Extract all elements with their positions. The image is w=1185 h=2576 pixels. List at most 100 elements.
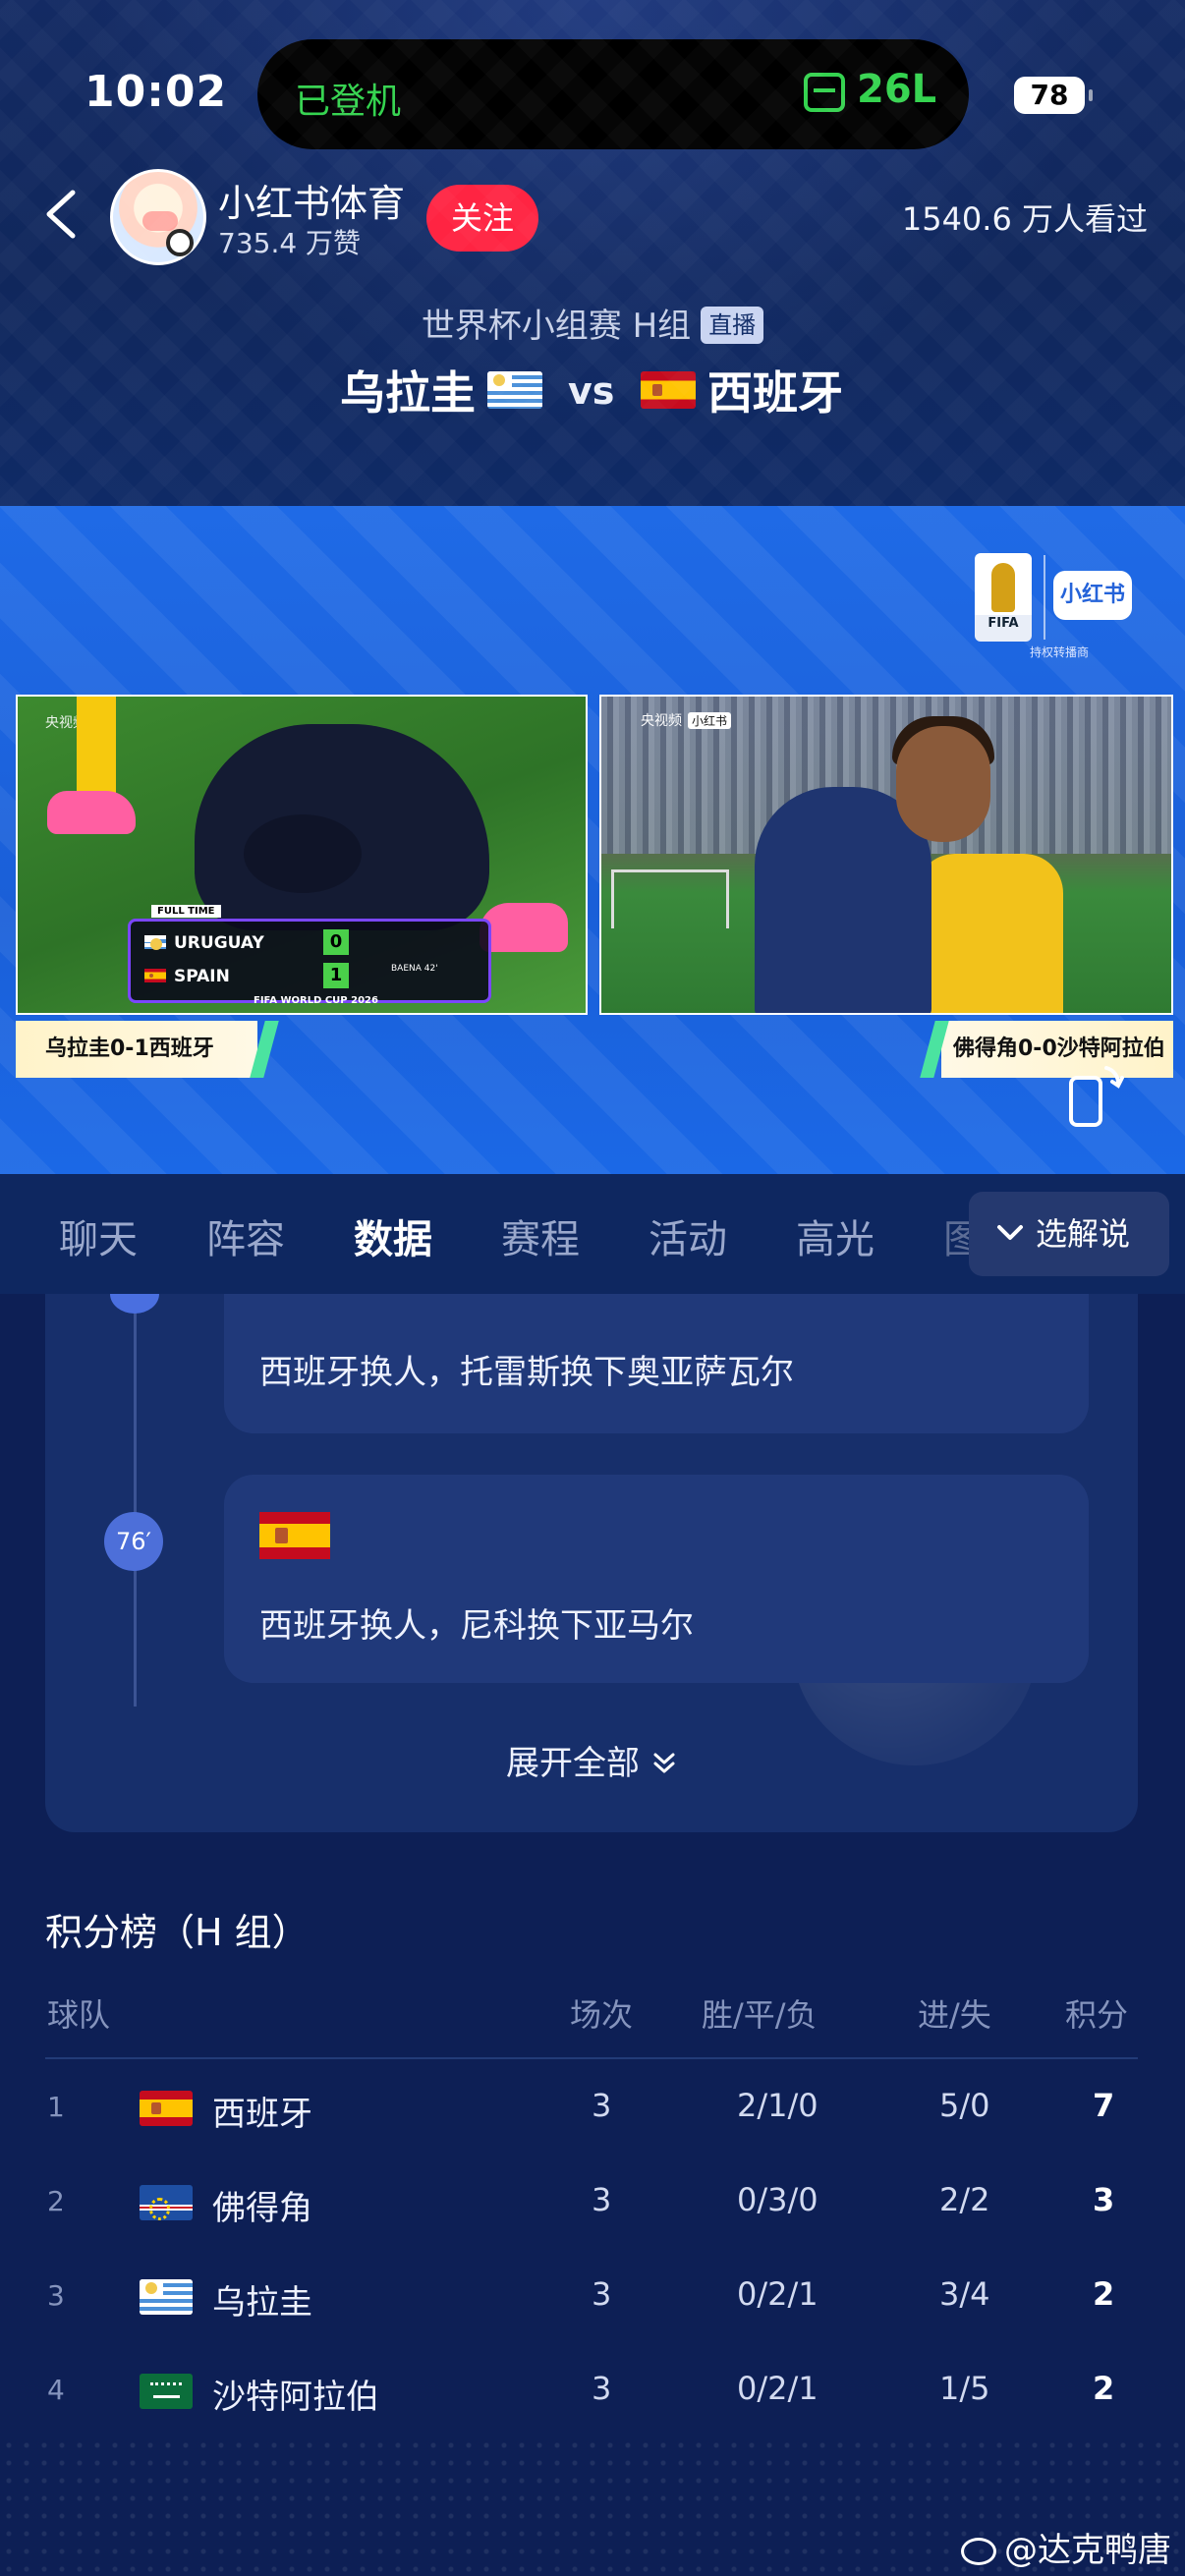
row-goals: 5/0 [939, 2087, 990, 2124]
luggage-icon [804, 73, 845, 112]
weibo-watermark: @达克鸭唐 [961, 2523, 1171, 2571]
tab-schedule[interactable]: 赛程 [501, 1207, 580, 1264]
soccer-ball-icon [166, 229, 194, 256]
scoreboard-score1: 0 [323, 929, 349, 955]
row-team: 佛得角 [212, 2189, 312, 2228]
account-name[interactable]: 小红书体育 [218, 173, 405, 227]
uruguay-mini-flag [144, 935, 166, 950]
video-tile-capeverde-saudi[interactable]: 央视频 小红书 [599, 695, 1173, 1015]
live-badge: 直播 [701, 307, 764, 344]
broadcast-rights-caption: 持权转播商 [1030, 645, 1090, 659]
row-points: 7 [1093, 2087, 1115, 2124]
spain-flag [641, 371, 696, 409]
avatar[interactable] [110, 169, 206, 265]
island-status: 已登机 [295, 82, 402, 122]
header-points: 积分 [1065, 1996, 1129, 2034]
event-card: 西班牙换人，尼科换下亚马尔 [224, 1475, 1089, 1683]
double-chevron-down-icon [653, 1753, 675, 1773]
account-likes: 735.4 万赞 [218, 227, 362, 259]
saudi-arabia-flag [140, 2374, 193, 2409]
match-stage: 世界杯小组赛 H组 直播 [0, 299, 1185, 347]
row-team: 沙特阿拉伯 [212, 2378, 379, 2417]
row-team: 乌拉圭 [212, 2283, 312, 2323]
scoreboard-score2: 1 [323, 963, 349, 988]
scoreboard-event: FIFA WORLD CUP 2026 [254, 995, 378, 1006]
header-goals: 进/失 [918, 1996, 991, 2034]
row-goals: 2/2 [939, 2181, 990, 2218]
caption-right-match[interactable]: 佛得角0-0沙特阿拉伯 [941, 1021, 1173, 1078]
header-team: 球队 [47, 1996, 111, 2034]
timeline-line [134, 1294, 137, 1707]
player-head [244, 814, 362, 893]
row-wdl: 2/1/0 [737, 2087, 818, 2124]
row-goals: 1/5 [939, 2370, 990, 2407]
broadcaster-watermark-2: 央视频 小红书 [641, 710, 732, 730]
team-left-name: 乌拉圭 [340, 366, 476, 420]
rotate-screen-icon[interactable] [1065, 1062, 1124, 1129]
row-played: 3 [592, 2087, 612, 2124]
player-face [896, 726, 990, 842]
spain-mini-flag [144, 969, 166, 982]
team-right-name: 西班牙 [707, 366, 843, 420]
standings-row[interactable]: 3 乌拉圭 3 0/2/1 3/4 2 [45, 2250, 1138, 2344]
standings-row[interactable]: 2 佛得角 3 0/3/0 2/2 3 [45, 2156, 1138, 2250]
player-yellow-kit [916, 854, 1063, 1013]
chevron-down-icon [997, 1225, 1023, 1240]
boot-shape-2 [480, 903, 568, 952]
expand-all-button[interactable]: 展开全部 [45, 1736, 1138, 1784]
match-events-panel: 西班牙换人，托雷斯换下奥亚萨瓦尔 76′ 西班牙换人，尼科换下亚马尔 展开全部 [45, 1294, 1138, 1832]
weibo-icon [961, 2538, 996, 2565]
expand-all-label: 展开全部 [506, 1744, 640, 1783]
scoreboard-team2: SPAIN [174, 967, 230, 986]
standings-header: 球队 场次 胜/平/负 进/失 积分 [45, 1990, 1138, 2059]
trophy-icon [991, 563, 1015, 612]
select-commentator-button[interactable]: 选解说 [969, 1192, 1169, 1276]
caption-left-match[interactable]: 乌拉圭0-1西班牙 [16, 1021, 257, 1078]
row-points: 2 [1093, 2275, 1115, 2313]
spain-flag [259, 1512, 330, 1559]
video-tile-uruguay-spain[interactable]: 央视频 FULL TIME URUGUAY 0 SPAIN 1 BAENA 42… [16, 695, 588, 1015]
status-time: 10:02 [85, 67, 228, 117]
avatar-cheek [142, 211, 178, 231]
row-rank: 3 [47, 2279, 65, 2312]
row-team: 西班牙 [212, 2095, 312, 2134]
event-text: 西班牙换人，尼科换下亚马尔 [259, 1606, 694, 1646]
boot-shape [47, 791, 136, 834]
row-goals: 3/4 [939, 2275, 990, 2313]
header-wdl: 胜/平/负 [702, 1996, 818, 2034]
battery-indicator: 78 [1014, 77, 1093, 114]
fifa-wordmark: FIFA [988, 616, 1019, 631]
tab-activities[interactable]: 活动 [649, 1207, 727, 1264]
dynamic-island[interactable]: 已登机 26L [257, 39, 969, 149]
cape-verde-flag [140, 2185, 193, 2220]
tab-highlights[interactable]: 高光 [796, 1207, 875, 1264]
tab-stats[interactable]: 数据 [354, 1207, 432, 1264]
tab-more[interactable]: 图 [943, 1207, 969, 1264]
versus-label: vs [568, 369, 615, 413]
back-arrow-icon[interactable] [39, 187, 83, 242]
standings-row[interactable]: 1 西班牙 3 2/1/0 5/0 7 [45, 2061, 1138, 2156]
island-value: 26L [857, 67, 937, 112]
tab-lineup[interactable]: 阵容 [206, 1207, 285, 1264]
commentator-label: 选解说 [1036, 1215, 1131, 1253]
row-rank: 4 [47, 2374, 65, 2406]
tv-scoreboard: URUGUAY 0 SPAIN 1 [128, 919, 491, 1003]
tab-chat[interactable]: 聊天 [59, 1207, 138, 1264]
full-time-tag: FULL TIME [151, 905, 221, 918]
row-wdl: 0/3/0 [737, 2181, 818, 2218]
row-played: 3 [592, 2181, 612, 2218]
standings-row[interactable]: 4 沙特阿拉伯 3 0/2/1 1/5 2 [45, 2344, 1138, 2438]
header-played: 场次 [570, 1996, 634, 2034]
video-player[interactable]: FIFA 小红书 持权转播商 央视频 FULL TIME URUGUAY 0 S… [0, 506, 1185, 1174]
row-wdl: 0/2/1 [737, 2275, 818, 2313]
event-text: 西班牙换人，托雷斯换下奥亚萨瓦尔 [259, 1353, 794, 1392]
world-cup-logo: FIFA [975, 553, 1032, 642]
follow-button[interactable]: 关注 [426, 185, 538, 252]
viewer-count: 1540.6 万人看过 [901, 200, 1148, 238]
match-title: 乌拉圭 vs 西班牙 [0, 356, 1185, 424]
row-rank: 1 [47, 2091, 65, 2123]
tab-bar: 聊天 阵容 数据 赛程 活动 高光 图 选解说 [0, 1174, 1185, 1294]
logo-divider [1044, 555, 1045, 640]
row-rank: 2 [47, 2185, 65, 2217]
uruguay-flag [487, 371, 542, 409]
